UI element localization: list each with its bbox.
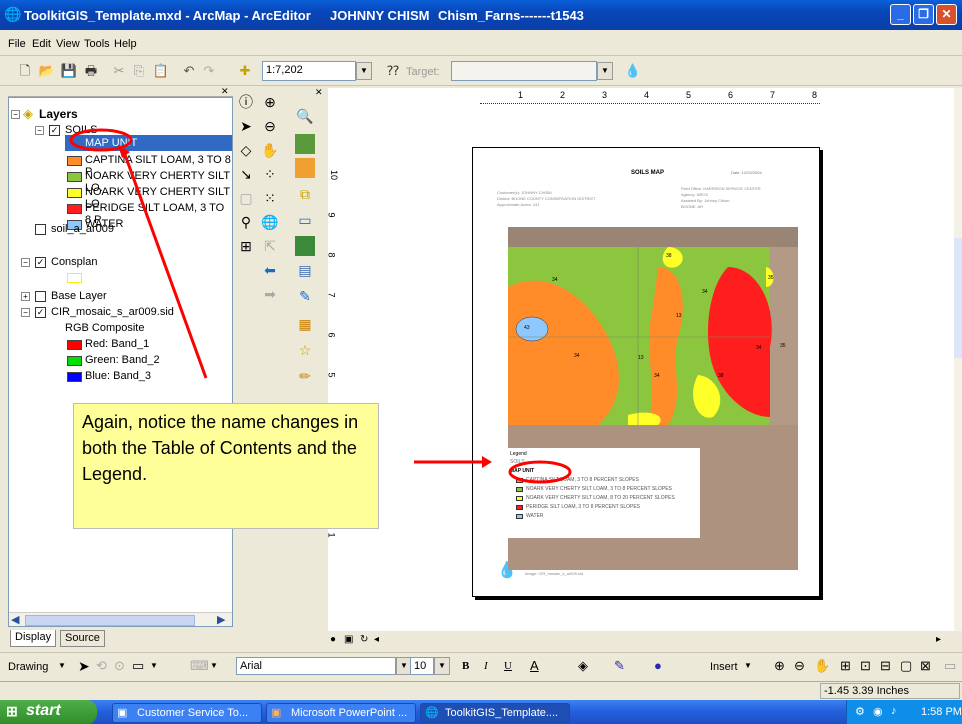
start-label: start [26, 702, 61, 719]
powerpoint-icon: ▣ [271, 707, 282, 719]
status-bar: -1.45 3.39 Inches [0, 681, 962, 699]
layout-zoom-out-icon[interactable]: ⊖ [794, 658, 805, 674]
change-layout-icon[interactable]: ▭ [944, 658, 956, 674]
toc-highlight-ellipse [69, 128, 133, 152]
tray-network-icon[interactable]: ⚙ [855, 705, 865, 718]
task-label: ToolkitGIS_Template.... [445, 707, 559, 719]
arcmap-icon: 🌐 [425, 707, 439, 719]
fixed-zoom-in-icon[interactable]: ⊡ [860, 658, 871, 674]
font-color-icon[interactable]: A [530, 658, 539, 673]
marker-color-icon[interactable]: ● [654, 658, 662, 673]
windows-logo-icon: ⊞ [6, 703, 18, 719]
drawing-menu-button[interactable]: Drawing [8, 661, 48, 673]
bold-icon[interactable]: B [462, 660, 469, 672]
task-label: Microsoft PowerPoint ... [291, 707, 408, 719]
task-customer-service[interactable]: ▣ Customer Service To... [112, 703, 262, 723]
line-color-icon[interactable]: ✎ [614, 658, 625, 674]
zoom-100-icon[interactable]: ▢ [900, 658, 912, 674]
legend-arrow-head [482, 456, 492, 468]
tray-security-icon[interactable]: ◉ [873, 705, 883, 718]
insert-menu-button[interactable]: Insert [710, 661, 738, 673]
zoom-whole-page-icon[interactable]: ⊞ [840, 658, 851, 674]
pause-icon[interactable]: ◂ [374, 634, 379, 645]
start-button[interactable]: ⊞ start [0, 700, 97, 724]
data-view-icon[interactable]: ● [330, 634, 336, 645]
annotation-overlay [69, 128, 572, 484]
focus-frame-icon[interactable]: ⊠ [920, 658, 931, 674]
fill-color-icon[interactable]: ◈ [578, 658, 588, 674]
system-tray: ⚙ ◉ ♪ 1:58 PM [846, 700, 962, 724]
layout-view-icon[interactable]: ▣ [344, 634, 353, 645]
view-switch-bar: ● ▣ ↻ ◂ ▸ [328, 631, 954, 651]
drawing-toolbar: Drawing ▼ ➤ ⟲ ⊙ ▭ ▼ ⌨ ▼ Arial ▼ 10 ▼ B I… [0, 652, 962, 680]
layout-pan-icon[interactable]: ✋ [814, 658, 830, 674]
tray-sound-icon[interactable]: ♪ [891, 705, 897, 717]
fixed-zoom-out-icon[interactable]: ⊟ [880, 658, 891, 674]
dropdown-arrow-icon[interactable]: ▼ [744, 661, 752, 670]
rectangle-icon[interactable]: ▭ [132, 658, 144, 674]
text-icon[interactable]: ⌨ [190, 658, 209, 674]
toc-arrow-line [122, 151, 208, 379]
refresh-icon[interactable]: ↻ [360, 634, 368, 645]
scroll-right-icon[interactable]: ▸ [936, 634, 941, 645]
coordinate-readout: -1.45 3.39 Inches [820, 683, 960, 699]
clock: 1:58 PM [921, 706, 962, 718]
task-label: Customer Service To... [137, 707, 249, 719]
layout-zoom-in-icon[interactable]: ⊕ [774, 658, 785, 674]
dropdown-arrow-icon[interactable]: ▼ [150, 661, 158, 670]
size-dropdown-icon[interactable]: ▼ [434, 657, 450, 675]
task-powerpoint[interactable]: ▣ Microsoft PowerPoint ... [266, 703, 416, 723]
app-icon: ▣ [117, 707, 128, 719]
rotate-icon[interactable]: ⟲ [96, 658, 107, 674]
dropdown-arrow-icon[interactable]: ▼ [210, 661, 218, 670]
legend-highlight-ellipse [508, 460, 572, 484]
zoom-whole-icon[interactable]: ⊙ [114, 658, 125, 674]
task-arcmap[interactable]: 🌐 ToolkitGIS_Template.... [420, 703, 570, 723]
font-input[interactable]: Arial [236, 657, 396, 675]
font-size-input[interactable]: 10 [410, 657, 434, 675]
italic-icon[interactable]: I [484, 660, 488, 672]
dropdown-arrow-icon[interactable]: ▼ [58, 661, 66, 670]
underline-icon[interactable]: U [504, 660, 512, 672]
select-pointer-icon[interactable]: ➤ [78, 658, 90, 675]
